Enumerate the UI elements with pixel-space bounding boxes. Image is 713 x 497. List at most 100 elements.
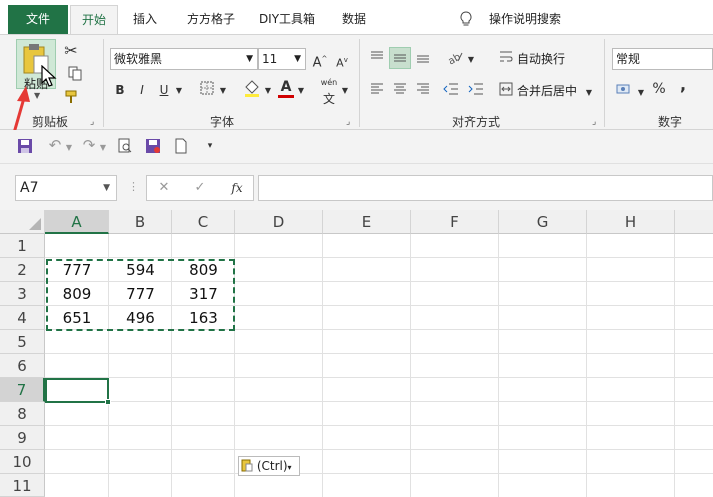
merge-center-icon[interactable] [497, 81, 515, 101]
merge-center-button[interactable]: 合并后居中 [517, 82, 577, 99]
column-header-a[interactable]: A [45, 210, 109, 234]
underline-button[interactable]: U [156, 82, 172, 98]
accounting-format-icon[interactable] [614, 81, 636, 101]
save-as-icon[interactable] [144, 138, 162, 158]
font-name-select[interactable]: 微软雅黑 ▼ [110, 48, 258, 70]
fill-color-icon[interactable] [242, 79, 262, 101]
tab-insert[interactable]: 插入 [122, 5, 168, 34]
gridline [45, 425, 713, 426]
wrap-text-icon[interactable] [497, 49, 515, 69]
formula-input[interactable] [258, 175, 713, 201]
paste-dropdown-icon[interactable]: ▼ [34, 91, 40, 100]
tab-data[interactable]: 数据 [332, 5, 376, 34]
decrease-indent-icon[interactable] [441, 82, 461, 100]
font-size-select[interactable]: 11 ▼ [258, 48, 306, 70]
column-header-f[interactable]: F [411, 210, 499, 234]
svg-text:ab: ab [446, 52, 462, 65]
phonetic-dropdown-icon[interactable]: ▼ [340, 83, 350, 99]
align-center-icon[interactable] [391, 82, 409, 100]
borders-icon[interactable] [197, 80, 217, 100]
phonetic-icon[interactable]: wén 文 [318, 75, 340, 109]
format-painter-icon[interactable] [62, 89, 82, 109]
confirm-icon[interactable]: ✓ [191, 180, 209, 196]
orientation-dropdown-icon[interactable]: ▼ [466, 52, 476, 68]
redo-icon[interactable]: ↷ [80, 137, 98, 153]
align-middle-icon[interactable] [389, 47, 411, 69]
font-group-label: 字体 [209, 115, 234, 129]
column-header-h[interactable]: H [587, 210, 675, 234]
row-header-9[interactable]: 9 [0, 426, 45, 450]
tab-diy-toolbox[interactable]: DIY工具箱 [252, 5, 322, 34]
alignment-launcher-icon[interactable]: ⌟ [592, 117, 596, 127]
quick-access-toolbar: ↶ ▼ ↷ ▼ ▾ [0, 130, 713, 164]
tab-file[interactable]: 文件 [8, 5, 68, 34]
undo-icon[interactable]: ↶ [46, 137, 64, 153]
paste-options-icon [241, 459, 257, 473]
wrap-text-button[interactable]: 自动换行 [517, 50, 565, 67]
cancel-icon[interactable]: ✕ [155, 180, 173, 196]
redo-dropdown-icon[interactable]: ▼ [98, 140, 108, 156]
merge-dropdown-icon[interactable]: ▼ [584, 85, 594, 101]
comma-button[interactable]: , [677, 77, 689, 93]
font-color-icon[interactable]: A [278, 79, 294, 98]
insert-function-icon[interactable]: fx [227, 180, 247, 196]
lightbulb-icon [455, 5, 477, 34]
row-header-10[interactable]: 10 [0, 450, 45, 474]
fill-handle[interactable] [105, 399, 111, 405]
copy-icon[interactable] [62, 65, 88, 85]
cut-icon[interactable]: ✂ [62, 43, 80, 59]
number-format-select[interactable]: 常规 [612, 48, 713, 70]
print-preview-icon[interactable] [116, 138, 134, 158]
undo-dropdown-icon[interactable]: ▼ [64, 140, 74, 156]
align-right-icon[interactable] [414, 82, 432, 100]
column-header-b[interactable]: B [109, 210, 172, 234]
increase-font-icon[interactable]: A^ [312, 51, 328, 71]
row-header-7[interactable]: 7 [0, 378, 45, 402]
ribbon: 粘贴 ▼ ✂ 剪贴板 ⌟ 微软雅黑 ▼ 11 ▼ A^ Av B I U ▼ ▼ ▼… [0, 34, 713, 130]
bold-button[interactable]: B [112, 82, 128, 98]
active-cell-a7[interactable] [45, 378, 109, 403]
row-header-11[interactable]: 11 [0, 474, 45, 497]
formula-bar-grip: ⋮ [128, 180, 139, 193]
decrease-font-icon[interactable]: Av [334, 52, 350, 72]
percent-button[interactable]: % [651, 81, 667, 97]
orientation-icon[interactable]: ab [444, 49, 466, 69]
save-icon[interactable] [16, 138, 34, 158]
increase-indent-icon[interactable] [466, 82, 486, 100]
accounting-dropdown-icon[interactable]: ▼ [636, 85, 646, 101]
row-header-5[interactable]: 5 [0, 330, 45, 354]
gridline [674, 234, 675, 497]
row-header-4[interactable]: 4 [0, 306, 45, 330]
align-left-icon[interactable] [368, 82, 386, 100]
new-document-icon[interactable] [172, 138, 190, 158]
customize-qat-icon[interactable]: ▾ [204, 138, 216, 154]
borders-dropdown-icon[interactable]: ▼ [218, 83, 228, 99]
tab-home[interactable]: 开始 [70, 5, 118, 34]
italic-button[interactable]: I [134, 82, 150, 98]
row-header-1[interactable]: 1 [0, 234, 45, 258]
font-color-dropdown-icon[interactable]: ▼ [296, 83, 306, 99]
tab-ffgz[interactable]: 方方格子 [176, 5, 246, 34]
underline-dropdown-icon[interactable]: ▼ [174, 83, 184, 99]
column-header-g[interactable]: G [499, 210, 587, 234]
align-bottom-icon[interactable] [414, 49, 432, 69]
column-header-c[interactable]: C [172, 210, 235, 234]
alignment-group-label: 对齐方式 [451, 115, 500, 129]
row-header-3[interactable]: 3 [0, 282, 45, 306]
gridline [45, 473, 713, 474]
column-header-e[interactable]: E [323, 210, 411, 234]
name-box[interactable]: A7 ▼ [15, 175, 117, 201]
row-header-8[interactable]: 8 [0, 402, 45, 426]
row-header-2[interactable]: 2 [0, 258, 45, 282]
column-header-d[interactable]: D [235, 210, 323, 234]
align-top-icon[interactable] [368, 49, 386, 69]
font-launcher-icon[interactable]: ⌟ [346, 117, 350, 127]
row-header-6[interactable]: 6 [0, 354, 45, 378]
fill-dropdown-icon[interactable]: ▼ [263, 83, 273, 99]
tell-me-search[interactable]: 操作说明搜索 [480, 5, 570, 34]
clipboard-launcher-icon[interactable]: ⌟ [90, 117, 94, 127]
group-separator [103, 39, 104, 127]
paste-options-button[interactable]: (Ctrl)▾ [238, 456, 300, 476]
mouse-cursor-icon [41, 65, 57, 87]
select-all-corner[interactable] [0, 210, 45, 234]
